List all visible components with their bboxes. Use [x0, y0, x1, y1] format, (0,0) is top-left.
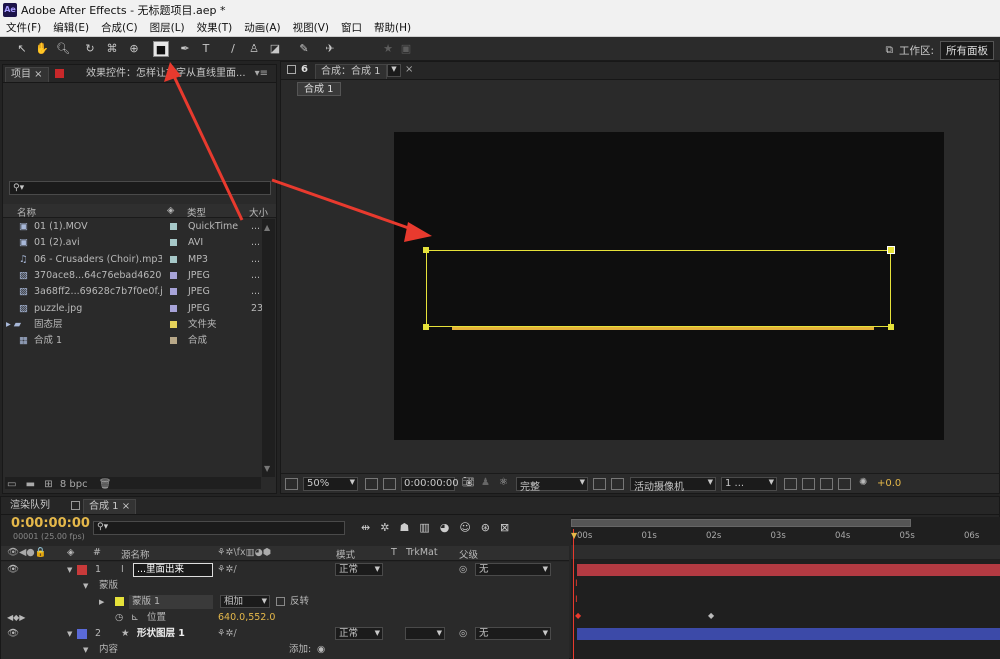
label-column-icon: ◈	[67, 547, 75, 558]
mask-name-field[interactable]: 蒙版 1	[129, 595, 213, 609]
mask-mode-select[interactable]: 相加 ▼	[220, 595, 270, 608]
layer-switches-icon[interactable]: ⚘✲/	[217, 562, 237, 578]
comp-mini-flowchart-icon[interactable]: ⇹	[361, 521, 380, 534]
contents-row[interactable]: ▼ 内容 添加: ◉	[1, 642, 569, 658]
pick-whip-icon[interactable]: ◎	[459, 626, 467, 642]
tab-timeline-comp[interactable]: 合成 1 ×	[83, 499, 137, 514]
track-marker: I	[575, 579, 578, 589]
layer-row[interactable]: 👁︎ ▼ 2 ★ 形状图层 1 ⚘✲/ 正常 ▼ ▼ ◎ 无 ▼	[1, 626, 569, 642]
auto-keyframe-icon[interactable]: ⊠	[500, 521, 519, 534]
layer-duration-bar[interactable]	[577, 564, 1000, 576]
timeline-tracks[interactable]: 00s 01s 02s 03s 04s 05s 06s I I ◆ ◆ ▼	[571, 517, 1000, 659]
ruler-tick-label: 06s	[964, 531, 980, 541]
position-property-row[interactable]: ◀◆▶ ◷ ⊾ 位置 640.0,552.0	[1, 610, 569, 626]
tab-render-queue[interactable]: 渲染队列	[5, 499, 55, 514]
keyframe-icon[interactable]: ◆	[708, 611, 714, 620]
col-number: #	[93, 547, 101, 558]
layer-duration-bar[interactable]	[577, 628, 1000, 640]
timeline-timecode[interactable]: 0:00:00:00	[11, 516, 90, 531]
layer-row[interactable]: 👁︎ ▼ 1 I ...里面出来 ⚘✲/ 正常 ▼ ◎ 无 ▼	[1, 562, 569, 578]
graph-icon: ⊾	[131, 612, 139, 623]
keyframe-navigator-icon[interactable]: ◀◆▶	[7, 610, 25, 626]
eye-icon[interactable]: 👁︎	[7, 626, 19, 642]
mask-group-label: 蒙版	[99, 580, 119, 591]
layer-label-color[interactable]	[77, 565, 87, 575]
twirl-down-icon[interactable]: ▼	[67, 626, 72, 642]
ruler-tick-label: 02s	[706, 531, 722, 541]
layer-list: 👁︎ ▼ 1 I ...里面出来 ⚘✲/ 正常 ▼ ◎ 无 ▼ ▼ 蒙版 ▶ 蒙版 …	[1, 562, 569, 659]
track-marker: I	[575, 595, 578, 605]
time-ruler-bar	[571, 545, 1000, 559]
layer-label-color[interactable]	[77, 629, 87, 639]
ruler-tick-label: 05s	[899, 531, 915, 541]
layer-mode-select[interactable]: 正常 ▼	[335, 627, 383, 640]
layer-number: 2	[95, 628, 102, 639]
invert-label: 反转	[290, 596, 310, 607]
position-label: 位置	[147, 612, 167, 623]
current-time-indicator[interactable]	[573, 529, 574, 659]
timeline-tabstrip: 渲染队列 合成 1 ×	[1, 497, 999, 515]
timeline-switches: ⇹✲☗▥◕☺⊛⊠	[361, 521, 519, 534]
timeline-panel: 渲染队列 合成 1 × 0:00:00:00 00001 (25.00 fps)…	[0, 496, 1000, 659]
eye-icon[interactable]: 👁︎	[7, 562, 19, 578]
stopwatch-icon[interactable]: ◷	[115, 610, 123, 626]
layer-switches-icon: ⚘✲\fx▥◕⬢	[217, 547, 272, 558]
invert-checkbox[interactable]	[276, 597, 285, 606]
graph-editor-icon[interactable]: ☺	[459, 521, 480, 534]
text-layer-icon: I	[121, 564, 124, 575]
frame-blending-icon[interactable]: ▥	[419, 521, 439, 534]
twirl-down-icon[interactable]: ▼	[83, 578, 88, 594]
mask-group-row[interactable]: ▼ 蒙版	[1, 578, 569, 594]
col-source-name[interactable]: 源名称	[121, 547, 150, 561]
add-label[interactable]: 添加:	[289, 642, 311, 658]
twirl-right-icon[interactable]: ▶	[99, 594, 104, 610]
shy-icon[interactable]: ☗	[399, 521, 419, 534]
twirl-down-icon[interactable]: ▼	[83, 642, 88, 658]
ruler-tick-label: 04s	[835, 531, 851, 541]
time-ruler[interactable]: 00s 01s 02s 03s 04s 05s 06s	[571, 529, 1000, 545]
pick-whip-icon[interactable]: ◎	[459, 562, 467, 578]
av-switches-icon: 👁︎◀●🔒	[7, 547, 47, 558]
timeline-columns-header: 👁︎◀●🔒 ◈ # 源名称 ⚘✲\fx▥◕⬢ 模式 T TrkMat 父级	[1, 546, 569, 561]
shape-layer-icon: ★	[121, 628, 130, 639]
contents-label: 内容	[99, 644, 119, 655]
col-parent[interactable]: 父级	[459, 547, 478, 561]
mask-color-swatch[interactable]	[115, 597, 124, 606]
timeline-fps: 00001 (25.00 fps)	[13, 532, 85, 541]
trkmat-select[interactable]: ▼	[405, 627, 445, 640]
timeline-search-input[interactable]: ⚲▾	[93, 521, 345, 535]
layer-switches-icon[interactable]: ⚘✲/	[217, 626, 237, 642]
brainstorm-icon[interactable]: ⊛	[481, 521, 500, 534]
add-menu-icon[interactable]: ◉	[317, 642, 325, 658]
keyframe-icon[interactable]: ◆	[575, 611, 581, 620]
ruler-tick-label: 03s	[770, 531, 786, 541]
position-value[interactable]: 640.0,552.0	[218, 610, 275, 626]
col-trkmat[interactable]: TrkMat	[406, 547, 438, 558]
layer-parent-select[interactable]: 无 ▼	[475, 627, 551, 640]
col-mode[interactable]: 模式	[336, 547, 355, 561]
layer-name[interactable]: 形状图层 1	[137, 626, 185, 642]
comp-tab-icon	[71, 501, 80, 510]
mask-row[interactable]: ▶ 蒙版 1 相加 ▼ 反转	[1, 594, 569, 610]
motion-blur-icon[interactable]: ◕	[440, 521, 460, 534]
layer-name-field[interactable]: ...里面出来	[133, 563, 213, 577]
layer-parent-select[interactable]: 无 ▼	[475, 563, 551, 576]
col-t[interactable]: T	[391, 547, 397, 558]
ruler-tick-label: 01s	[641, 531, 657, 541]
draft-3d-icon[interactable]: ✲	[380, 521, 399, 534]
work-area-bar[interactable]	[571, 519, 911, 527]
layer-mode-select[interactable]: 正常 ▼	[335, 563, 383, 576]
twirl-down-icon[interactable]: ▼	[67, 562, 72, 578]
layer-number: 1	[95, 564, 102, 575]
playhead-icon[interactable]: ▼	[571, 531, 577, 540]
ruler-tick-label: 00s	[577, 531, 593, 541]
